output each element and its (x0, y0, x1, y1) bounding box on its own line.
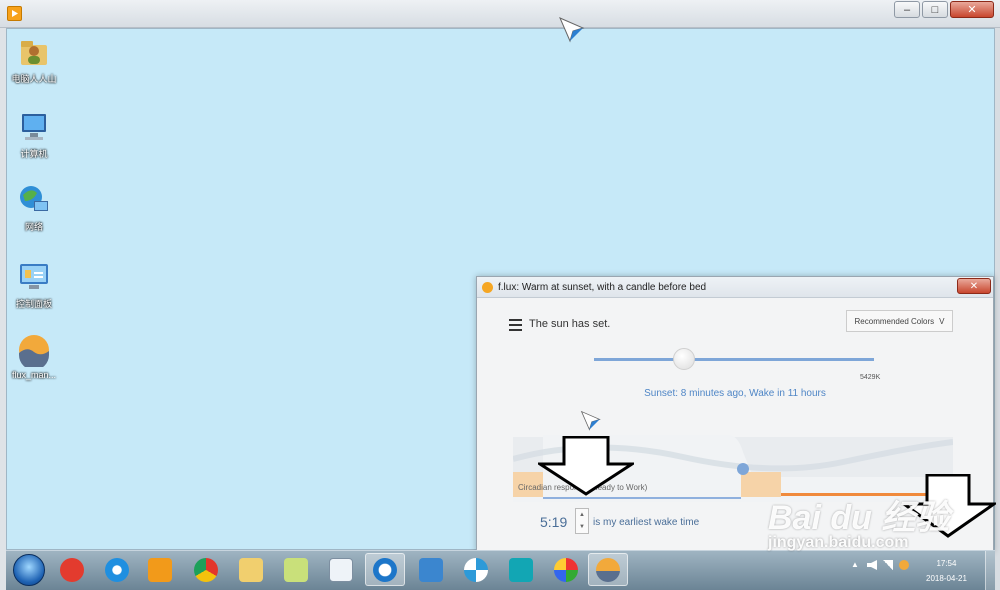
notepad-icon[interactable] (321, 553, 361, 586)
maximize-button[interactable]: □ (922, 1, 948, 18)
color-temperature-slider[interactable] (594, 358, 874, 361)
annotation-arrow-icon (538, 436, 634, 496)
cursor-icon (559, 17, 585, 43)
control-panel-icon (17, 260, 51, 294)
watermark-main: Bai du 经验 (768, 499, 950, 537)
baidu-watermark: Bai du 经验 jingyan.baidu.com (768, 490, 950, 551)
flux-titlebar: f.lux: Warm at sunset, with a candle bef… (477, 277, 993, 298)
desktop-icon-flux[interactable]: flux_man... (6, 333, 62, 380)
menu-icon[interactable] (509, 319, 522, 334)
file-explorer-icon[interactable] (231, 553, 271, 586)
recommended-colors-dropdown[interactable]: Recommended Colors V (846, 310, 953, 332)
flux-active-icon[interactable] (365, 553, 405, 586)
media-player-icon[interactable] (140, 553, 180, 586)
remote-desktop-icon[interactable] (411, 553, 451, 586)
pinwheel-icon[interactable] (456, 553, 496, 586)
clock-date: 2018-04-21 (926, 574, 967, 583)
sticky-notes-icon[interactable] (276, 553, 316, 586)
clock-time: 17:54 (936, 559, 957, 568)
jiang-app-icon[interactable] (52, 553, 92, 586)
desktop-icon-network[interactable]: 网络 (6, 183, 62, 233)
show-desktop-button[interactable] (985, 551, 995, 590)
chrome-icon[interactable] (186, 553, 226, 586)
sunset-info: Sunset: 8 minutes ago, Wake in 11 hours (644, 388, 826, 399)
spinner-up-icon[interactable]: ▲ (579, 512, 585, 518)
close-button[interactable]: ✕ (950, 1, 994, 18)
player-app-icon (7, 6, 22, 21)
flux-window-title: f.lux: Warm at sunset, with a candle bef… (498, 281, 707, 293)
headset-icon[interactable] (501, 553, 541, 586)
flux-title-icon (482, 281, 493, 293)
flux-tray-icon[interactable] (899, 560, 909, 570)
user-folder-icon (17, 35, 51, 69)
computer-icon (17, 110, 51, 144)
wake-time-spinner[interactable]: ▲ ▼ (575, 508, 589, 534)
flux-taskbar-icon[interactable] (588, 553, 628, 586)
watermark-url: jingyan.baidu.com (768, 534, 909, 551)
spinner-down-icon[interactable]: ▼ (579, 524, 585, 530)
start-button[interactable] (13, 554, 45, 586)
flux-app-icon (17, 333, 51, 370)
system-clock[interactable]: 17:54 2018-04-21 (926, 556, 967, 586)
minimize-button[interactable]: ‒ (894, 1, 920, 18)
flux-close-button[interactable]: ✕ (957, 278, 991, 294)
volume-icon[interactable] (867, 560, 877, 570)
system-tray: ▲ (851, 560, 909, 570)
kelvin-readout: 5429K (860, 374, 881, 381)
window-controls: ‒ □ ✕ (894, 1, 994, 18)
network-signal-icon[interactable] (883, 560, 893, 570)
paint-icon[interactable] (546, 553, 586, 586)
internet-explorer-icon[interactable] (97, 553, 137, 586)
tray-arrow-icon[interactable]: ▲ (851, 560, 861, 570)
player-titlebar: ‒ □ ✕ (0, 0, 1000, 28)
colors-dropdown-label: Recommended Colors (854, 316, 935, 326)
desktop-icon-computer[interactable]: 计算机 (6, 110, 62, 160)
slider-thumb[interactable] (673, 348, 695, 370)
desktop-icon-user[interactable]: 电脑人人山 (6, 35, 62, 85)
sun-status: The sun has set. (529, 318, 611, 330)
chevron-down-icon: V (939, 316, 945, 326)
network-icon (17, 183, 51, 217)
desktop-icon-control-panel[interactable]: 控制面板 (6, 260, 62, 310)
cursor-icon (580, 410, 601, 431)
wake-time-text: is my earliest wake time (593, 517, 700, 528)
taskbar: ▲ 17:54 2018-04-21 (6, 550, 995, 590)
wake-time-value[interactable]: 5:19 (540, 514, 567, 530)
